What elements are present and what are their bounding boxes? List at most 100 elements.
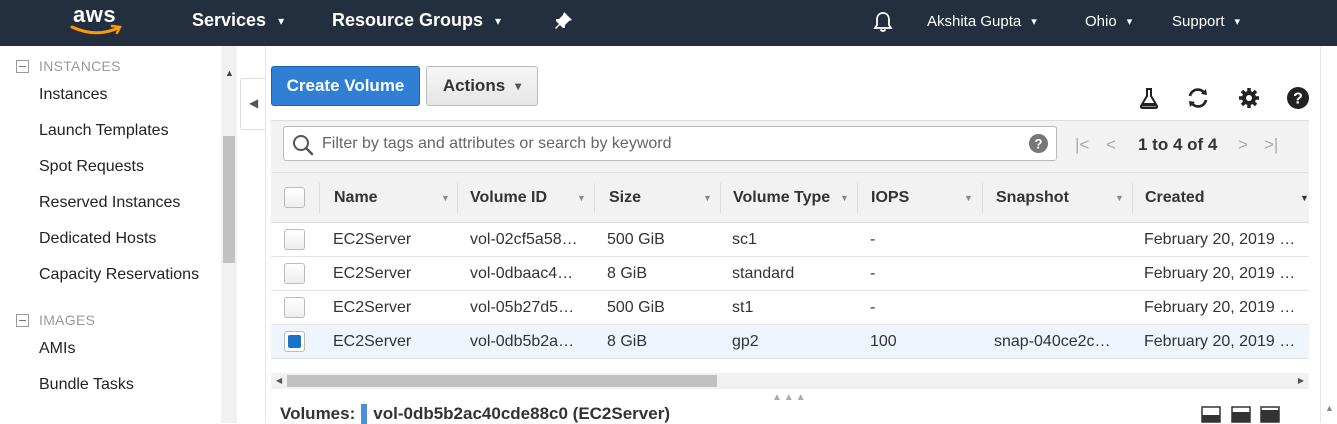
refresh-icon[interactable] (1186, 86, 1210, 110)
support-label: Support (1172, 13, 1225, 30)
cell-iops: - (870, 299, 876, 316)
column-header-volume-type[interactable]: Volume Type (733, 189, 830, 207)
column-header-volume-id[interactable]: Volume ID (470, 189, 547, 207)
first-page-icon[interactable]: |< (1075, 135, 1089, 155)
scrollbar-thumb[interactable] (223, 136, 235, 263)
chevron-left-icon: ◀ (249, 96, 259, 110)
sidebar-item-instances[interactable]: Instances (39, 86, 107, 104)
column-header-size[interactable]: Size (609, 189, 641, 207)
column-separator (857, 183, 858, 213)
sidebar-section-instances[interactable]: INSTANCES (16, 58, 121, 74)
selection-marker (361, 404, 368, 424)
services-menu[interactable]: Services ▾ (192, 10, 284, 31)
sidebar-item-spot-requests[interactable]: Spot Requests (39, 158, 144, 176)
actions-label: Actions (442, 76, 506, 95)
resource-groups-label: Resource Groups (332, 10, 484, 30)
search-box[interactable]: ? (283, 126, 1057, 161)
sort-icon[interactable]: ▼ (577, 193, 586, 203)
cell-size: 8 GiB (607, 265, 648, 282)
user-name: Akshita Gupta (927, 13, 1022, 30)
layout-full-icon[interactable] (1260, 406, 1280, 423)
row-checkbox[interactable] (284, 229, 305, 250)
table-horizontal-scrollbar[interactable]: ◀ ▶ (271, 373, 1309, 389)
column-header-iops[interactable]: IOPS (871, 189, 909, 207)
chevron-down-icon: ▾ (1126, 16, 1133, 28)
cell-size: 500 GiB (607, 299, 665, 316)
cell-volume-id: vol-0db5b2a… (470, 333, 575, 350)
flask-icon[interactable] (1137, 86, 1161, 110)
cell-name: EC2Server (333, 231, 412, 248)
cell-created: February 20, 2019 … (1144, 299, 1296, 316)
column-header-created[interactable]: Created (1145, 189, 1205, 207)
scroll-left-icon[interactable]: ◀ (276, 376, 282, 385)
layout-bottom-icon[interactable] (1201, 406, 1221, 423)
scroll-up-icon[interactable]: ▲ (225, 68, 234, 78)
pin-icon[interactable] (552, 10, 574, 32)
scroll-up-icon[interactable]: ▲ (1325, 403, 1334, 413)
page-scrollbar[interactable]: ▲ (1320, 46, 1337, 423)
aws-logo[interactable]: aws (70, 2, 130, 42)
row-checkbox[interactable] (284, 263, 305, 284)
table-row-selected[interactable]: EC2Server vol-0db5b2a… 8 GiB gp2 100 sna… (271, 325, 1309, 359)
sidebar-item-capacity-reservations[interactable]: Capacity Reservations (39, 266, 199, 284)
cell-snapshot: snap-040ce2c… (994, 333, 1111, 350)
sidebar-item-dedicated-hosts[interactable]: Dedicated Hosts (39, 230, 156, 248)
column-separator (720, 183, 721, 213)
search-input[interactable] (320, 129, 1014, 159)
table-header: Name ▼ Volume ID ▼ Size ▼ Volume Type ▼ … (271, 172, 1309, 223)
layout-split-icon[interactable] (1231, 406, 1251, 423)
sort-icon[interactable]: ▼ (703, 193, 712, 203)
sidebar-section-images[interactable]: IMAGES (16, 312, 95, 328)
support-menu[interactable]: Support ▾ (1172, 13, 1240, 30)
cell-iops: - (870, 231, 876, 248)
sidebar-item-reserved-instances[interactable]: Reserved Instances (39, 194, 180, 212)
region-menu[interactable]: Ohio ▾ (1085, 13, 1132, 30)
sort-icon[interactable]: ▼ (1115, 193, 1124, 203)
row-checkbox[interactable] (284, 297, 305, 318)
sort-icon[interactable]: ▼ (840, 193, 849, 203)
cell-volume-type: gp2 (732, 333, 759, 350)
panel-resize-handle[interactable]: ▲▲▲ (772, 392, 808, 403)
create-volume-button[interactable]: Create Volume (271, 66, 420, 106)
column-header-name[interactable]: Name (334, 189, 378, 207)
cell-size: 500 GiB (607, 231, 665, 248)
details-panel-title: Volumes: vol-0db5b2ac40cde88c0 (EC2Serve… (280, 404, 670, 424)
cell-iops: - (870, 265, 876, 282)
table-row[interactable]: EC2Server vol-0dbaac4… 8 GiB standard - … (271, 257, 1309, 291)
sidebar-scrollbar[interactable]: ▲ (221, 46, 237, 423)
gear-icon[interactable] (1237, 86, 1261, 110)
search-icon (293, 135, 314, 156)
column-separator (982, 183, 983, 213)
sidebar-item-amis[interactable]: AMIs (39, 340, 75, 358)
sidebar-item-bundle-tasks[interactable]: Bundle Tasks (39, 376, 134, 394)
collapse-icon (16, 313, 29, 327)
column-header-snapshot[interactable]: Snapshot (996, 189, 1069, 207)
sort-icon[interactable]: ▼ (964, 193, 973, 203)
cell-iops: 100 (870, 333, 897, 350)
details-label: Volumes: (280, 404, 356, 423)
divider (265, 46, 266, 423)
scroll-right-icon[interactable]: ▶ (1298, 376, 1304, 385)
table-row[interactable]: EC2Server vol-02cf5a58… 500 GiB sc1 - Fe… (271, 223, 1309, 257)
last-page-icon[interactable]: >| (1264, 135, 1278, 155)
row-checkbox-checked[interactable] (284, 331, 305, 352)
section-label: IMAGES (39, 312, 96, 328)
select-all-checkbox[interactable] (284, 187, 305, 208)
sort-desc-icon[interactable]: ▼ (1300, 193, 1309, 203)
prev-page-icon[interactable]: < (1106, 135, 1116, 155)
actions-button[interactable]: Actions ▾ (426, 66, 538, 106)
next-page-icon[interactable]: > (1238, 135, 1248, 155)
chevron-down-icon: ▾ (1234, 16, 1241, 28)
resource-groups-menu[interactable]: Resource Groups ▾ (332, 10, 501, 31)
table-row[interactable]: EC2Server vol-05b27d5… 500 GiB st1 - Feb… (271, 291, 1309, 325)
cell-name: EC2Server (333, 299, 412, 316)
sort-icon[interactable]: ▼ (441, 193, 450, 203)
scrollbar-thumb[interactable] (287, 375, 717, 387)
help-icon[interactable]: ? (1286, 86, 1310, 110)
collapse-sidebar-button[interactable]: ◀ (240, 78, 266, 130)
bell-icon[interactable] (872, 11, 894, 33)
sidebar-item-launch-templates[interactable]: Launch Templates (39, 122, 169, 140)
cell-name: EC2Server (333, 265, 412, 282)
help-icon[interactable]: ? (1028, 133, 1049, 154)
user-menu[interactable]: Akshita Gupta ▾ (927, 13, 1037, 30)
